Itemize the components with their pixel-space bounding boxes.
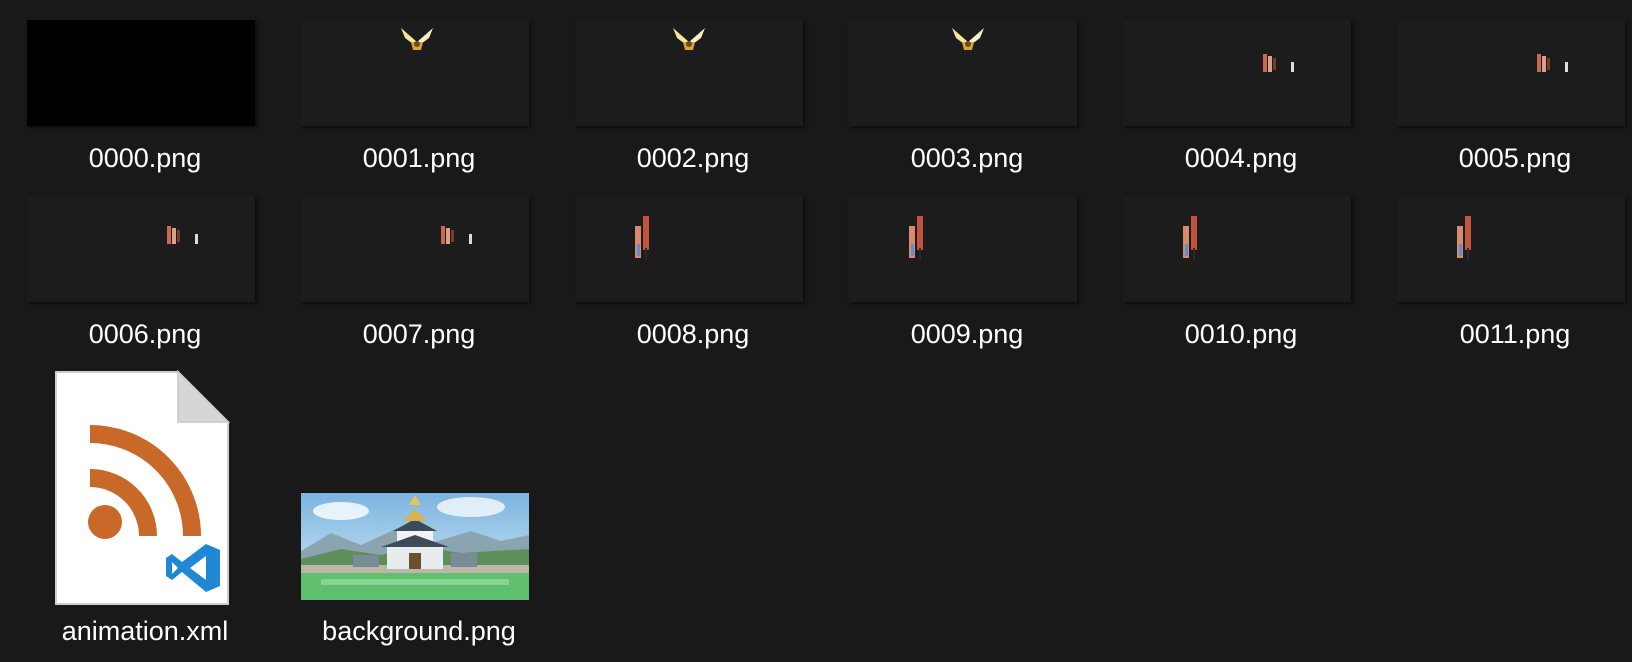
file-name-label: background.png (322, 616, 516, 646)
file-name-label: 0010.png (1184, 319, 1298, 349)
file-name-label: 0007.png (362, 319, 476, 349)
file-thumbnail (575, 20, 803, 126)
file-name-label: 0000.png (88, 143, 202, 173)
tall-character-sprite-icon (909, 216, 923, 260)
file-thumbnail (575, 196, 803, 302)
file-name-label: 0008.png (636, 319, 750, 349)
tall-character-sprite-icon (1457, 216, 1471, 260)
file-name-label: 0002.png (636, 143, 750, 173)
tall-character-sprite-icon (635, 216, 649, 260)
file-thumbnail (301, 20, 529, 126)
file-thumbnail (301, 196, 529, 302)
file-name-label: 0003.png (910, 143, 1024, 173)
small-character-sprite-icon (441, 226, 472, 244)
file-thumbnail (1397, 20, 1625, 126)
file-name-label: 0004.png (1184, 143, 1298, 173)
file-name-label: 0011.png (1459, 319, 1571, 349)
file-thumbnail (849, 196, 1077, 302)
file-thumbnail (849, 20, 1077, 126)
file-thumbnail (1123, 196, 1351, 302)
rss-xml-file-icon (55, 370, 230, 605)
file-thumbnail (27, 196, 255, 302)
file-name-label: 0006.png (88, 319, 202, 349)
file-explorer-view: { "window": { "view": "Large icons", "ba… (0, 0, 1632, 662)
golden-bird-sprite-icon (673, 28, 705, 50)
file-name-label: 0001.png (362, 143, 476, 173)
tall-character-sprite-icon (1183, 216, 1197, 260)
file-name-label: 0005.png (1458, 143, 1572, 173)
small-character-sprite-icon (1537, 54, 1568, 72)
file-name-label: 0009.png (910, 319, 1024, 349)
golden-bird-sprite-icon (401, 28, 433, 50)
file-thumbnail (27, 20, 255, 126)
small-character-sprite-icon (1263, 54, 1294, 72)
castle-landscape-thumbnail-icon (301, 493, 529, 600)
golden-bird-sprite-icon (952, 28, 984, 50)
file-thumbnail (1123, 20, 1351, 126)
file-name-label: animation.xml (61, 616, 229, 646)
small-character-sprite-icon (167, 226, 198, 244)
file-thumbnail (1397, 196, 1625, 302)
